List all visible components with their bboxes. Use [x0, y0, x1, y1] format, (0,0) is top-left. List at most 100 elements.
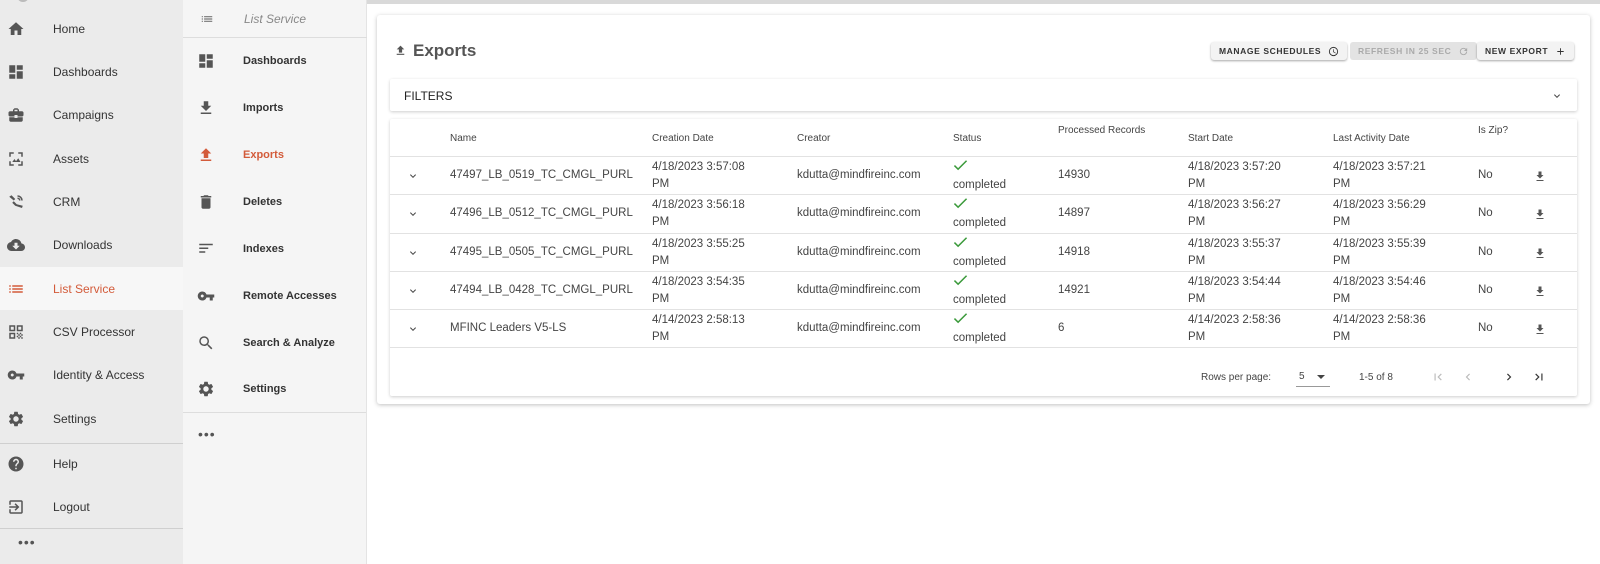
check-icon	[953, 275, 968, 289]
nav-item-label: Help	[53, 456, 78, 471]
index-icon	[197, 240, 215, 258]
chevron-down-icon[interactable]	[407, 246, 419, 258]
table-row[interactable]: 47494_LB_0428_TC_CMGL_PURL 4/18/2023 3:5…	[390, 271, 1577, 309]
first-page-icon[interactable]	[1431, 370, 1445, 384]
subnav-item-remote-accesses[interactable]: Remote Accesses	[183, 273, 366, 319]
subnav-item-settings[interactable]: Settings	[183, 366, 366, 412]
chevron-down-icon[interactable]	[1551, 89, 1563, 101]
nav-item-crm[interactable]: CRM	[0, 180, 183, 223]
chevron-down-icon[interactable]	[407, 284, 419, 296]
filters-panel[interactable]: FILTERS	[390, 79, 1577, 111]
row-last-activity-date: 4/18/2023 3:55:39 PM	[1333, 238, 1426, 267]
chevron-down-icon[interactable]	[407, 169, 419, 181]
subnav-item-deletes[interactable]: Deletes	[183, 179, 366, 225]
check-icon	[953, 198, 968, 212]
download-icon[interactable]	[1535, 207, 1545, 219]
rows-per-page-select[interactable]: 5	[1296, 367, 1330, 387]
row-status: completed	[953, 274, 1006, 309]
download-icon[interactable]	[1535, 284, 1545, 296]
nav-item-csv-processor[interactable]: CSV Processor	[0, 310, 183, 353]
dropdown-arrow-icon	[1317, 375, 1325, 379]
export-icon	[394, 43, 407, 58]
cloud-download-icon	[7, 236, 25, 254]
nav-item-assets[interactable]: Assets	[0, 137, 183, 180]
table-row[interactable]: MFINC Leaders V5-LS 4/14/2023 2:58:13 PM …	[390, 309, 1577, 347]
row-is-zip: No	[1478, 246, 1493, 258]
column-header-is-zip[interactable]: Is Zip?	[1478, 125, 1508, 136]
key-icon	[197, 287, 215, 305]
download-icon[interactable]	[1535, 322, 1545, 334]
refresh-icon	[1458, 46, 1469, 57]
nav-item-logout[interactable]: Logout	[0, 485, 183, 528]
manage-schedules-button[interactable]: MANAGE SCHEDULES	[1211, 42, 1348, 60]
subnav-item-indexes[interactable]: Indexes	[183, 226, 366, 272]
table-row[interactable]: 47495_LB_0505_TC_CMGL_PURL 4/18/2023 3:5…	[390, 233, 1577, 271]
nav-item-label: Logout	[53, 499, 90, 514]
crm-icon	[7, 193, 25, 211]
more-icon[interactable]: •••	[18, 534, 36, 550]
subnav-title: List Service	[244, 12, 307, 26]
column-header-creator[interactable]: Creator	[797, 133, 830, 144]
column-header-name[interactable]: Name	[450, 133, 477, 144]
nav-item-campaigns[interactable]: Campaigns	[0, 93, 183, 136]
next-page-icon[interactable]	[1502, 370, 1516, 384]
subnav-item-dashboards[interactable]: Dashboards	[183, 38, 366, 84]
nav-item-label: Campaigns	[53, 107, 114, 122]
nav-item-list-service[interactable]: List Service	[0, 267, 183, 310]
nav-divider	[0, 528, 183, 529]
row-creator: kdutta@mindfireinc.com	[797, 169, 921, 181]
row-processed-records: 14918	[1058, 246, 1090, 258]
nav-item-settings[interactable]: Settings	[0, 397, 183, 440]
nav-item-label: Identity & Access	[53, 367, 145, 382]
download-icon[interactable]	[1535, 169, 1545, 181]
nav-item-dashboards[interactable]: Dashboards	[0, 50, 183, 93]
button-label: NEW EXPORT	[1485, 46, 1549, 56]
table-row[interactable]: 47496_LB_0512_TC_CMGL_PURL 4/18/2023 3:5…	[390, 194, 1577, 232]
column-header-creation-date[interactable]: Creation Date	[652, 133, 714, 144]
chevron-down-icon[interactable]	[407, 207, 419, 219]
menu-icon[interactable]	[199, 12, 215, 26]
column-header-processed-records[interactable]: Processed Records	[1058, 125, 1145, 136]
qr-icon	[7, 323, 25, 341]
row-name: 47496_LB_0512_TC_CMGL_PURL	[450, 207, 633, 219]
download-icon[interactable]	[1535, 246, 1545, 258]
row-start-date: 4/14/2023 2:58:36 PM	[1188, 314, 1281, 343]
column-header-last-activity-date[interactable]: Last Activity Date	[1333, 133, 1410, 144]
list-icon	[7, 280, 25, 298]
nav-item-label: CRM	[53, 194, 81, 209]
row-start-date: 4/18/2023 3:55:37 PM	[1188, 238, 1281, 267]
column-header-start-date[interactable]: Start Date	[1188, 133, 1233, 144]
row-creator: kdutta@mindfireinc.com	[797, 207, 921, 219]
chevron-down-icon[interactable]	[407, 322, 419, 334]
new-export-button[interactable]: NEW EXPORT	[1477, 42, 1575, 60]
refresh-button[interactable]: REFRESH IN 25 SEC	[1350, 42, 1478, 60]
logout-icon	[7, 498, 25, 516]
table-row[interactable]: 47497_LB_0519_TC_CMGL_PURL 4/18/2023 3:5…	[390, 156, 1577, 194]
row-creation-date: 4/18/2023 3:57:08 PM	[652, 161, 745, 190]
nav-item-downloads[interactable]: Downloads	[0, 223, 183, 266]
button-label: REFRESH IN 25 SEC	[1358, 46, 1452, 56]
rows-per-page-label: Rows per page:	[1201, 372, 1272, 383]
more-icon[interactable]: •••	[198, 426, 216, 442]
subnav-item-label: Dashboards	[243, 55, 307, 67]
column-header-status[interactable]: Status	[953, 133, 981, 144]
row-processed-records: 14930	[1058, 169, 1090, 181]
subnav-item-exports[interactable]: Exports	[183, 132, 366, 178]
row-name: 47497_LB_0519_TC_CMGL_PURL	[450, 169, 633, 181]
row-is-zip: No	[1478, 322, 1493, 334]
import-icon	[197, 99, 215, 117]
last-page-icon[interactable]	[1532, 370, 1546, 384]
nav-item-home[interactable]: Home	[0, 7, 183, 50]
row-is-zip: No	[1478, 284, 1493, 296]
export-icon	[197, 146, 215, 164]
nav-item-label: Home	[53, 21, 86, 36]
subnav-item-search-analyze[interactable]: Search & Analyze	[183, 320, 366, 366]
key-icon	[7, 366, 25, 384]
avatar[interactable]	[17, 0, 29, 2]
nav-item-identity-access[interactable]: Identity & Access	[0, 353, 183, 396]
row-status: completed	[953, 236, 1006, 271]
previous-page-icon[interactable]	[1461, 370, 1475, 384]
subnav-item-imports[interactable]: Imports	[183, 85, 366, 131]
nav-item-help[interactable]: Help	[0, 442, 183, 485]
subnav-item-label: Exports	[243, 149, 284, 161]
